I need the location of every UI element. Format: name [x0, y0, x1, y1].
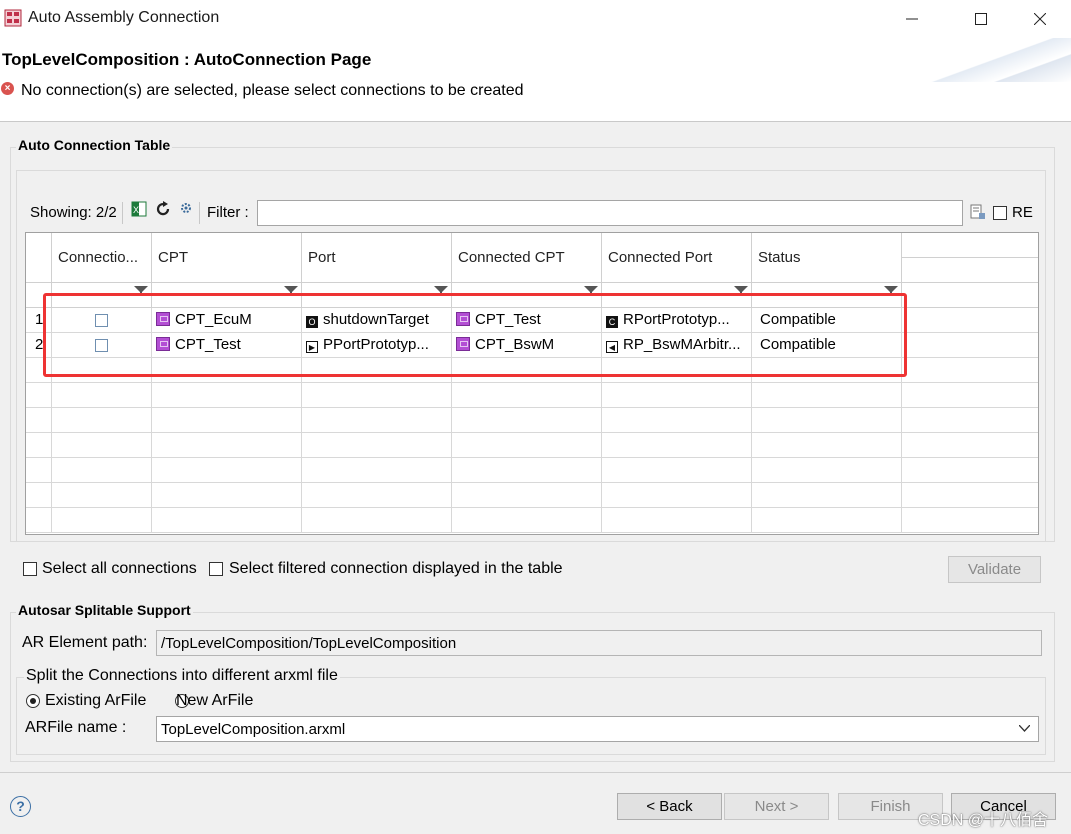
ar-element-path-field[interactable]: /TopLevelComposition/TopLevelComposition [156, 630, 1042, 656]
select-filtered-checkbox[interactable] [209, 562, 223, 576]
clear-filter-icon[interactable] [970, 204, 986, 220]
existing-arfile-radio[interactable] [26, 694, 40, 708]
empty-row [26, 408, 1038, 433]
showing-count: Showing: 2/2 [30, 204, 117, 221]
select-filtered-label: Select filtered connection displayed in … [229, 560, 563, 577]
empty-row [26, 433, 1038, 458]
header-filler [902, 258, 1038, 283]
column-header-port[interactable]: Port [302, 233, 452, 283]
column-header-status[interactable]: Status [752, 233, 902, 283]
excel-export-icon[interactable]: X [131, 201, 147, 217]
new-arfile-label: New ArFile [176, 692, 254, 709]
close-button[interactable] [1017, 0, 1063, 38]
maximize-button[interactable] [958, 0, 1004, 38]
settings-icon[interactable] [179, 201, 193, 215]
minimize-icon [906, 18, 918, 20]
error-icon: × [1, 82, 14, 95]
column-header-connected-cpt[interactable]: Connected CPT [452, 233, 602, 283]
filter-label: Filter : [207, 204, 249, 221]
arfile-name-value: TopLevelComposition.arxml [161, 721, 346, 738]
select-all-label: Select all connections [42, 560, 197, 577]
app-icon [4, 9, 22, 27]
window-title: Auto Assembly Connection [28, 9, 220, 26]
column-header-connected-port[interactable]: Connected Port [602, 233, 752, 283]
chevron-down-icon [1019, 725, 1030, 732]
header-filler [902, 233, 1038, 258]
page-title: TopLevelComposition : AutoConnection Pag… [2, 50, 372, 69]
toolbar-divider [199, 202, 200, 224]
maximize-icon [975, 13, 987, 25]
toolbar-divider [122, 202, 123, 224]
arfile-name-label: ARFile name : [25, 719, 127, 736]
minimize-button[interactable] [889, 0, 935, 38]
filter-input[interactable] [257, 200, 963, 226]
error-message: No connection(s) are selected, please se… [21, 82, 524, 99]
empty-row [26, 483, 1038, 508]
footer-divider [0, 772, 1071, 773]
splitable-support-legend: Autosar Splitable Support [16, 602, 193, 618]
arfile-name-select[interactable]: TopLevelComposition.arxml [156, 716, 1039, 742]
svg-text:X: X [133, 205, 139, 215]
filter-row-filler [902, 283, 1038, 308]
watermark-text: CSDN @十八佰舍 [918, 812, 1049, 829]
column-header-connection[interactable]: Connectio... [52, 233, 152, 283]
header-banner [880, 38, 1071, 82]
highlight-box [43, 293, 907, 377]
back-button[interactable]: < Back [617, 793, 722, 820]
ar-element-label: AR Element path: [22, 634, 148, 651]
next-button[interactable]: Next > [724, 793, 829, 820]
help-icon[interactable]: ? [10, 796, 31, 817]
row-number-header [26, 233, 52, 283]
close-icon [1034, 13, 1046, 25]
existing-arfile-label: Existing ArFile [45, 692, 147, 709]
validate-button[interactable]: Validate [948, 556, 1041, 583]
split-files-legend: Split the Connections into different arx… [24, 667, 340, 685]
regex-label: RE [1012, 204, 1033, 221]
empty-row [26, 458, 1038, 483]
empty-row [26, 383, 1038, 408]
column-header-cpt[interactable]: CPT [152, 233, 302, 283]
refresh-icon[interactable] [155, 201, 171, 217]
connection-table: Connectio... CPT Port Connected CPT Conn… [25, 232, 1039, 535]
select-all-checkbox[interactable] [23, 562, 37, 576]
regex-checkbox[interactable] [993, 206, 1007, 220]
auto-connection-legend: Auto Connection Table [16, 137, 173, 153]
empty-row [26, 508, 1038, 533]
